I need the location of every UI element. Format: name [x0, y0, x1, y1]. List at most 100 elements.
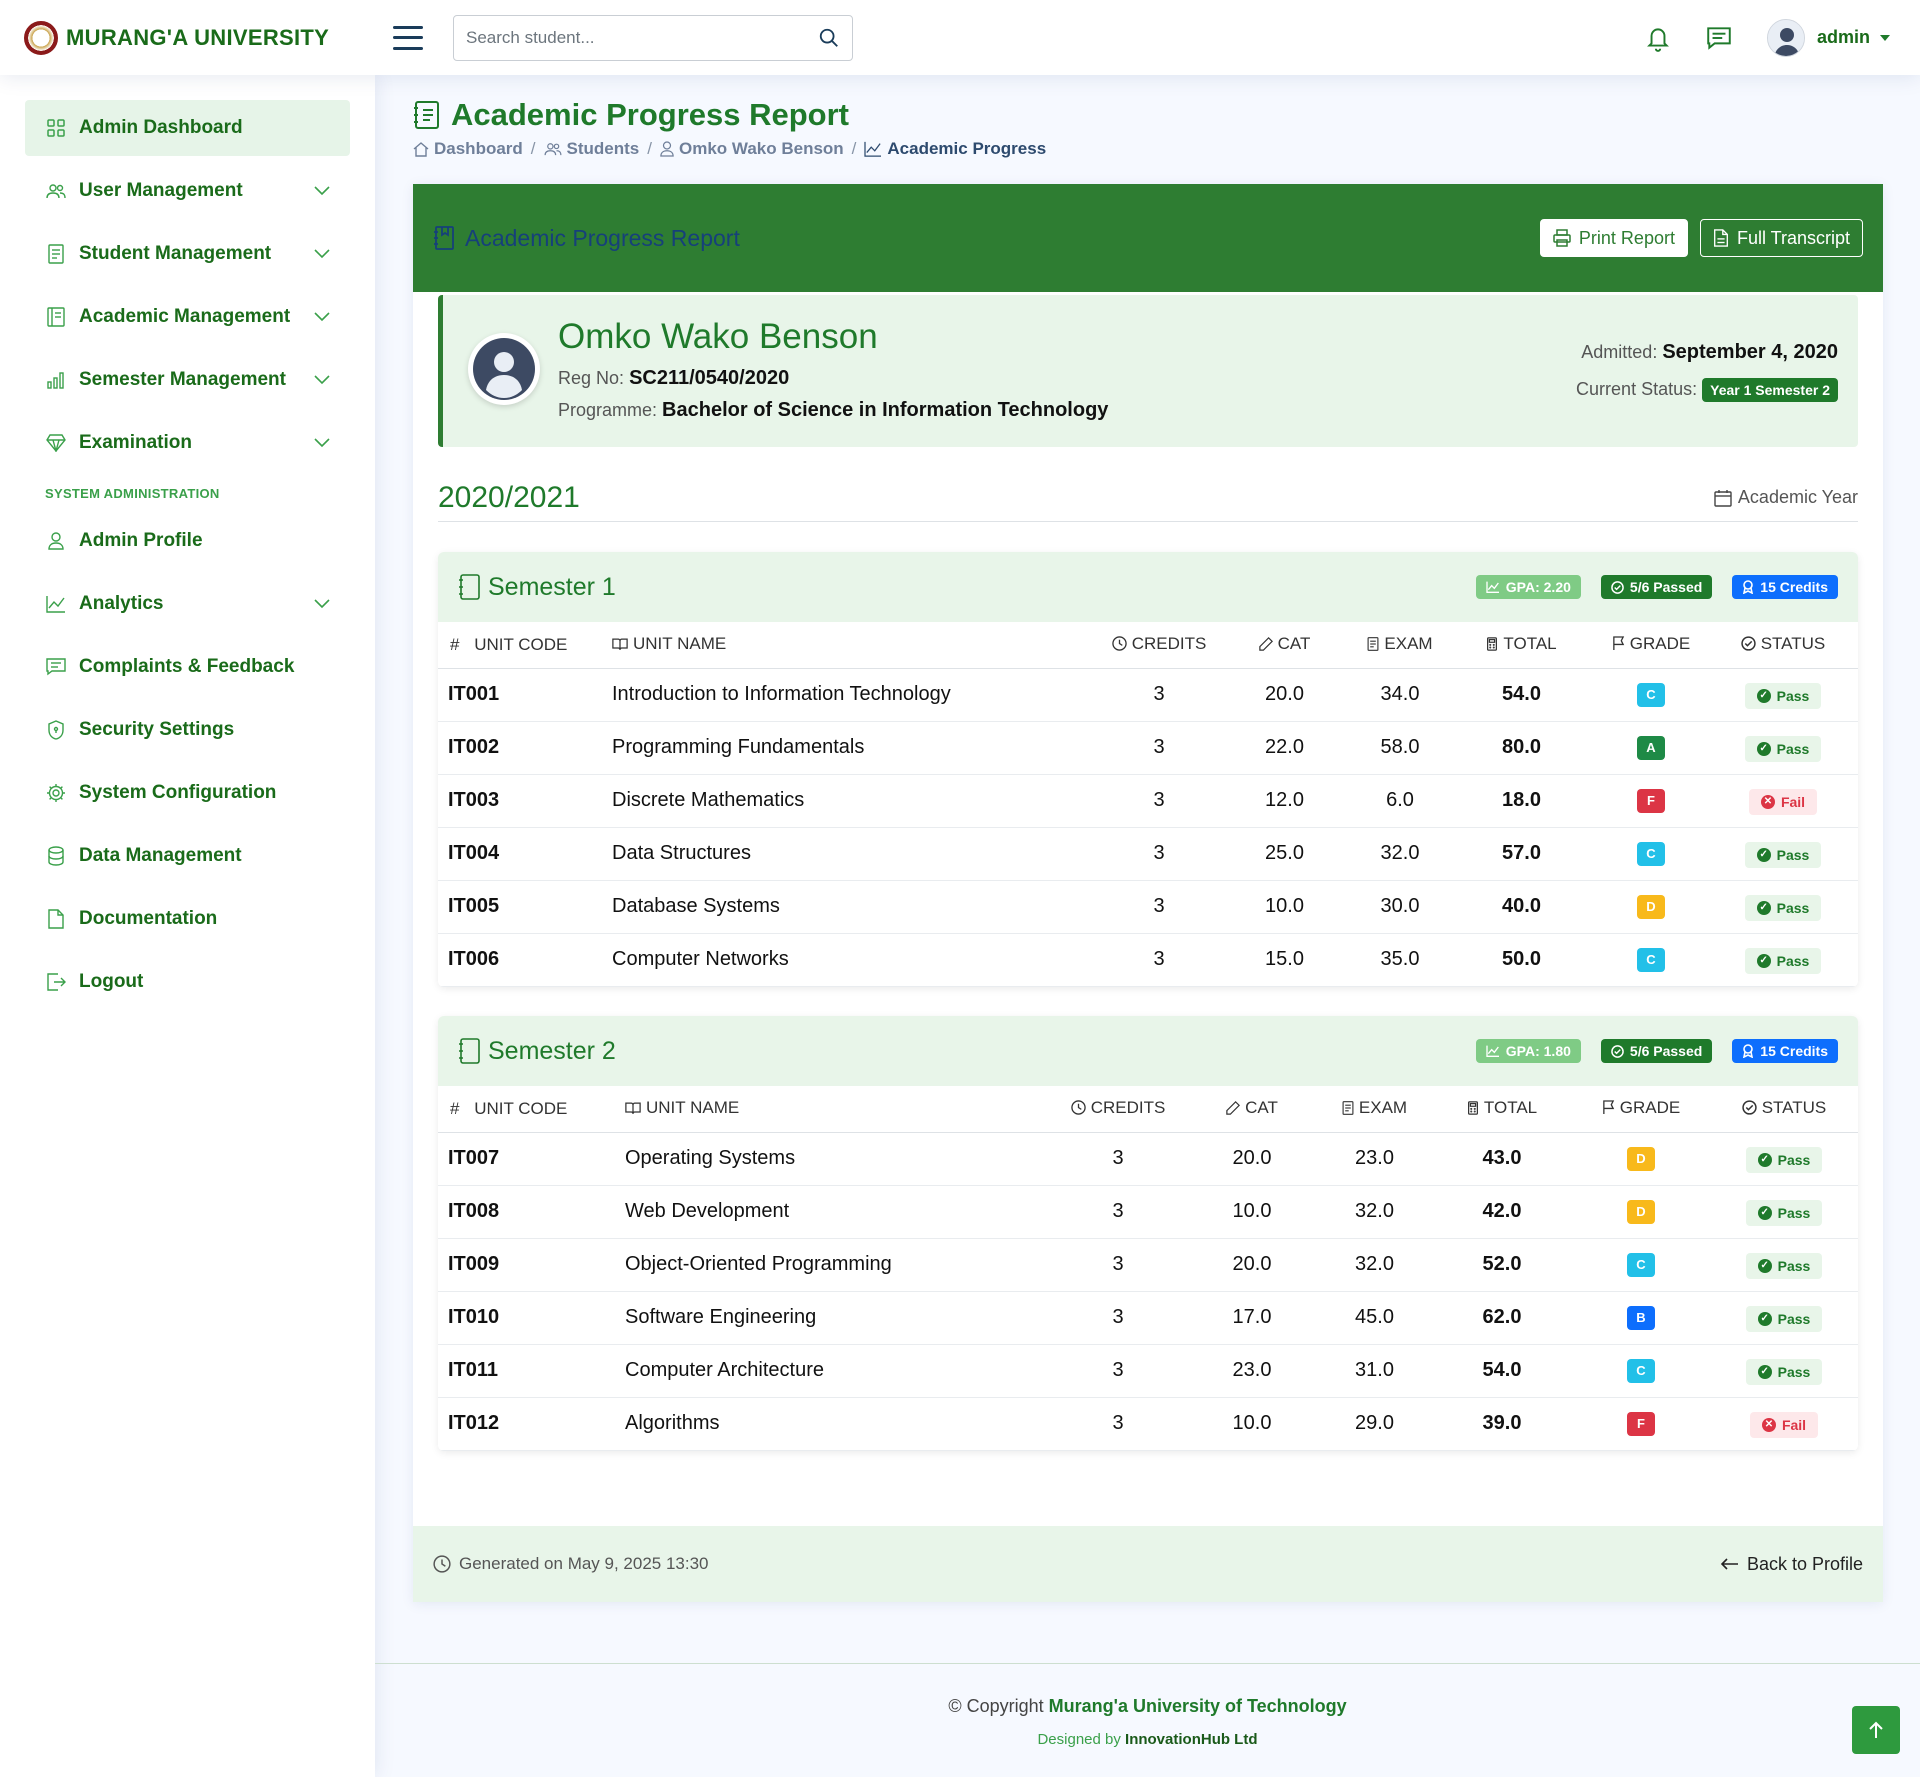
person-avatar-icon [473, 338, 535, 400]
back-to-top-button[interactable] [1852, 1706, 1900, 1754]
unit-total: 39.0 [1432, 1397, 1572, 1451]
bell-icon[interactable] [1645, 24, 1671, 52]
print-report-button[interactable]: Print Report [1539, 219, 1688, 257]
status-badge: ✓ Pass [1745, 1305, 1823, 1332]
sidebar-item-system-configuration[interactable]: System Configuration [25, 765, 350, 821]
sidebar-item-data-management[interactable]: Data Management [25, 828, 350, 884]
status-badge: ✓ Pass [1744, 682, 1822, 709]
grade-badge: A [1637, 735, 1665, 760]
breadcrumb: Dashboard / Students / Omko Wako Benson … [413, 139, 1046, 159]
table-row: IT007 Operating Systems 3 20.0 23.0 43.0 D ✓ Pas… [438, 1132, 1858, 1186]
semester-title: Semester 1 [488, 572, 616, 601]
sidebar-item-student-management[interactable]: Student Management [25, 226, 350, 282]
unit-exam: 30.0 [1351, 880, 1449, 934]
credits-badge: 15 Credits [1732, 575, 1838, 599]
breadcrumb-students[interactable]: Students [544, 139, 639, 159]
col-grade: GRADE [1572, 1086, 1710, 1133]
sidebar-item-documentation[interactable]: Documentation [25, 891, 350, 947]
unit-name: Object-Oriented Programming [625, 1238, 1049, 1292]
unit-code: IT007 [438, 1132, 625, 1186]
breadcrumb-student[interactable]: Omko Wako Benson [660, 139, 844, 159]
status-badge: Year 1 Semester 2 [1702, 378, 1838, 402]
graph-icon [1486, 581, 1499, 593]
sidebar-item-semester-management[interactable]: Semester Management [25, 352, 350, 408]
unit-credits: 3 [1100, 880, 1218, 934]
full-transcript-button[interactable]: Full Transcript [1699, 219, 1863, 257]
unit-cat: 20.0 [1187, 1238, 1317, 1292]
check-circle-icon [1611, 1044, 1624, 1058]
col-exam: EXAM [1351, 622, 1449, 669]
chat-icon[interactable] [1705, 25, 1733, 51]
unit-credits: 3 [1100, 668, 1218, 722]
unit-name: Data Structures [612, 827, 1100, 881]
grade-cell: F [1572, 1397, 1710, 1451]
semester-2-table: # UNIT CODE UNIT NAME CREDITS CAT EXAM T… [438, 1086, 1858, 1451]
check-circle-icon [1742, 1100, 1757, 1115]
copyright: © Copyright Murang'a University of Techn… [948, 1696, 1347, 1716]
check-circle-icon: ✓ [1756, 847, 1771, 862]
grade-badge: F [1627, 1411, 1655, 1436]
menu-toggle-icon[interactable] [393, 25, 423, 50]
check-circle-icon: ✓ [1757, 1205, 1772, 1220]
status-cell: ✓ Pass [1710, 1344, 1858, 1398]
sidebar-item-admin-profile[interactable]: Admin Profile [25, 513, 350, 569]
back-to-profile-link[interactable]: Back to Profile [1720, 1554, 1863, 1575]
sidebar-item-examination[interactable]: Examination [25, 415, 350, 471]
sidebar-item-academic-management[interactable]: Academic Management [25, 289, 350, 345]
status-label: Fail [1781, 1416, 1807, 1433]
gpa-badge: GPA: 2.20 [1475, 575, 1581, 599]
grade-badge: D [1627, 1146, 1655, 1171]
unit-code: IT004 [438, 827, 612, 881]
unit-total: 40.0 [1449, 880, 1594, 934]
sidebar-item-complaints-feedback[interactable]: Complaints & Feedback [25, 639, 350, 695]
university-seal-icon [24, 20, 58, 55]
grade-cell: C [1594, 933, 1708, 987]
grade-cell: D [1594, 880, 1708, 934]
page-title-text: Academic Progress Report [451, 97, 849, 132]
status-badge: ✕ Fail [1748, 788, 1818, 815]
sidebar-item-label: Complaints & Feedback [79, 656, 295, 677]
brand-name: MURANG'A UNIVERSITY [66, 24, 330, 50]
chat-icon [46, 658, 66, 676]
document-icon [48, 909, 64, 929]
unit-cat: 22.0 [1218, 721, 1351, 775]
user-menu[interactable]: admin [1766, 18, 1890, 57]
grade-cell: C [1594, 827, 1708, 881]
check-circle-icon [1741, 636, 1756, 651]
breadcrumb-dashboard[interactable]: Dashboard [413, 139, 523, 159]
brand-logo[interactable]: MURANG'A UNIVERSITY [0, 20, 375, 55]
gear-icon [47, 784, 65, 802]
unit-exam: 34.0 [1351, 668, 1449, 722]
house-icon [413, 142, 429, 157]
col-status: STATUS [1710, 1086, 1858, 1133]
search-icon[interactable] [818, 27, 840, 49]
unit-cat: 10.0 [1218, 880, 1351, 934]
check-circle-icon: ✓ [1757, 1364, 1772, 1379]
status-cell: ✓ Pass [1708, 880, 1858, 934]
check-circle-icon: ✓ [1756, 953, 1771, 968]
sidebar-item-logout[interactable]: Logout [25, 954, 350, 1010]
avatar [1766, 18, 1805, 57]
programme-line: Programme: Bachelor of Science in Inform… [558, 399, 1109, 421]
sidebar-item-security-settings[interactable]: Security Settings [25, 702, 350, 758]
unit-total: 43.0 [1432, 1132, 1572, 1186]
unit-code: IT003 [438, 774, 612, 828]
passed-badge: 5/6 Passed [1600, 575, 1713, 599]
unit-cat: 25.0 [1218, 827, 1351, 881]
status-badge: ✓ Pass [1744, 735, 1822, 762]
sidebar-item-user-management[interactable]: User Management [25, 163, 350, 219]
academic-year-label: Academic Year [1714, 487, 1858, 508]
unit-name: Programming Fundamentals [612, 721, 1100, 775]
check-circle-icon [1611, 580, 1624, 594]
unit-code: IT002 [438, 721, 612, 775]
search-input[interactable] [466, 27, 818, 48]
reg-no-line: Reg No: SC211/0540/2020 [558, 367, 790, 389]
flag-icon [1602, 1100, 1614, 1114]
chevron-down-icon [314, 312, 330, 322]
sidebar-item-analytics[interactable]: Analytics [25, 576, 350, 632]
check-circle-icon: ✓ [1757, 1152, 1772, 1167]
calculator-icon [1467, 1101, 1478, 1115]
sidebar-item-label: Admin Dashboard [79, 117, 243, 138]
sidebar-item-admin-dashboard[interactable]: Admin Dashboard [25, 100, 350, 156]
col-exam: EXAM [1317, 1086, 1432, 1133]
